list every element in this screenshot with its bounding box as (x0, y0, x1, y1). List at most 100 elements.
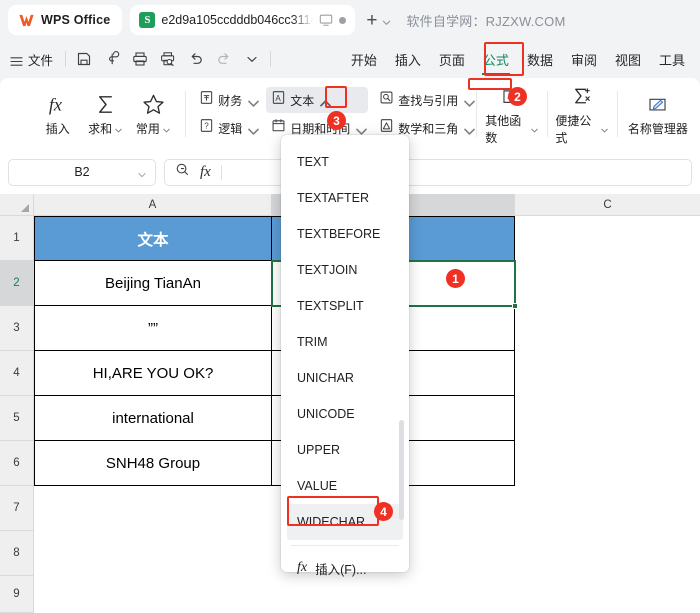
row-header-5[interactable]: 5 (0, 396, 34, 441)
lookup-icon (379, 90, 394, 110)
finance-icon (199, 90, 214, 110)
document-tab[interactable]: S e2d9a105ccdddb046cc311e (130, 5, 356, 35)
formula-input-zone[interactable]: fx (164, 158, 692, 186)
print-icon[interactable] (126, 46, 154, 72)
menu-item-upper[interactable]: UPPER (281, 432, 409, 468)
autosum-text: 求和 (88, 122, 113, 136)
chevron-down-icon (246, 96, 260, 107)
share-link-icon[interactable] (98, 46, 126, 72)
row-header-2[interactable]: 2 (0, 261, 34, 306)
chevron-down-icon (600, 124, 609, 133)
cell-a5[interactable]: international (34, 396, 272, 441)
chevron-down-icon[interactable] (137, 167, 147, 178)
fx-icon[interactable]: fx (200, 164, 211, 181)
cell-a1[interactable]: 文本 (34, 216, 272, 261)
text-functions-dropdown-menu: TEXT TEXTAFTER TEXTBEFORE TEXTJOIN TEXTS… (281, 135, 409, 577)
cell-a6[interactable]: SNH48 Group (34, 441, 272, 486)
logical-functions-button[interactable]: ? 逻辑 (194, 115, 260, 141)
math-trig-label: 数学和三角 (398, 121, 459, 136)
cell-a2[interactable]: Beijing TianAn (34, 261, 272, 306)
row-header-9[interactable]: 9 (0, 576, 34, 613)
site-watermark: 软件自学网：RJZXW.COM (406, 13, 566, 29)
common-functions-text: 常用 (135, 122, 160, 136)
name-manager-button[interactable]: 名称管理器 (626, 82, 690, 146)
menu-item-textsplit[interactable]: TEXTSPLIT (281, 288, 409, 324)
autosum-button[interactable]: 求和 (82, 82, 130, 146)
svg-text:fx: fx (49, 94, 62, 114)
row-header-8[interactable]: 8 (0, 531, 34, 576)
dropdown-scrollbar[interactable] (399, 420, 404, 520)
finance-logical-group: 财务 ? 逻辑 (194, 82, 260, 146)
quick-formula-text: 便捷公式 (555, 113, 592, 145)
cell-a4[interactable]: HI,ARE YOU OK? (34, 351, 272, 396)
formula-divider (220, 164, 222, 180)
name-manager-label: 名称管理器 (627, 122, 688, 136)
menu-item-textbefore[interactable]: TEXTBEFORE (281, 216, 409, 252)
file-menu-label: 文件 (28, 53, 54, 68)
menu-item-widechar[interactable]: WIDECHAR (287, 504, 403, 540)
hamburger-icon (10, 54, 23, 66)
chevron-down-icon (162, 124, 171, 133)
undo-icon[interactable] (182, 46, 210, 72)
name-box[interactable]: B2 (8, 158, 156, 186)
lookup-label: 查找与引用 (398, 93, 459, 108)
chevron-down-icon (462, 96, 476, 107)
wps-office-button[interactable]: WPS Office (8, 5, 123, 35)
chevron-down-icon (530, 124, 539, 133)
search-function-icon[interactable] (175, 162, 190, 182)
column-header-c[interactable]: C (515, 194, 700, 216)
monitor-icon[interactable] (319, 13, 333, 27)
common-functions-label: 常用 (136, 120, 171, 137)
plus-icon[interactable]: + (364, 11, 379, 30)
select-all-corner[interactable] (0, 194, 34, 216)
menu-item-value[interactable]: VALUE (281, 468, 409, 504)
quick-formula-button[interactable]: 便捷公式 (555, 82, 608, 146)
ribbon-tab-data[interactable]: 数据 (518, 45, 562, 74)
finance-functions-button[interactable]: 财务 (194, 87, 260, 113)
ribbon-tab-page[interactable]: 页面 (430, 45, 474, 74)
ribbon-tab-tools[interactable]: 工具 (650, 45, 694, 74)
other-functions-button[interactable]: 其他函数 (485, 82, 538, 146)
menu-item-textafter[interactable]: TEXTAFTER (281, 180, 409, 216)
insert-function-button[interactable]: fx 插入 (34, 82, 82, 146)
lookup-functions-button[interactable]: 查找与引用 (374, 87, 476, 113)
ribbon-group-divider-3 (546, 91, 548, 137)
wps-office-label: WPS Office (41, 13, 111, 27)
print-preview-icon[interactable] (154, 46, 182, 72)
row-header-4[interactable]: 4 (0, 351, 34, 396)
text-functions-button[interactable]: A 文本 (266, 87, 369, 113)
menu-item-insert-function[interactable]: fx 插入(F)... (281, 551, 409, 585)
row-header-3[interactable]: 3 (0, 306, 34, 351)
ribbon-tab-formula[interactable]: 公式 (474, 45, 518, 75)
column-header-a[interactable]: A (34, 194, 272, 216)
menu-item-unicode[interactable]: UNICODE (281, 396, 409, 432)
file-menu-button[interactable]: 文件 (8, 50, 61, 69)
menu-item-text[interactable]: TEXT (281, 144, 409, 180)
row-header-1[interactable]: 1 (0, 216, 34, 261)
common-functions-button[interactable]: 常用 (130, 82, 178, 146)
new-tab-group[interactable]: + (364, 11, 392, 30)
svg-text:A: A (276, 94, 282, 103)
menu-item-trim[interactable]: TRIM (281, 324, 409, 360)
menu-bar: 文件 开始 插入 页面 公式 数据 审阅 视图 工具 (0, 40, 700, 78)
ribbon-tab-start[interactable]: 开始 (342, 45, 386, 74)
row-header-6[interactable]: 6 (0, 441, 34, 486)
cell-a3[interactable]: ”” (34, 306, 272, 351)
redo-icon (210, 46, 238, 72)
menu-item-unichar[interactable]: UNICHAR (281, 360, 409, 396)
chevron-down-icon[interactable] (381, 15, 392, 26)
save-icon[interactable] (70, 46, 98, 72)
autosum-label: 求和 (88, 120, 123, 137)
ribbon-tab-view[interactable]: 视图 (606, 45, 650, 74)
row-header-7[interactable]: 7 (0, 486, 34, 531)
sigma-icon (93, 91, 118, 117)
menu-item-textjoin[interactable]: TEXTJOIN (281, 252, 409, 288)
qat-chevron-down-icon[interactable] (238, 46, 266, 72)
datetime-label: 日期和时间 (290, 121, 351, 136)
chevron-up-icon[interactable] (318, 96, 332, 106)
ribbon-tab-insert[interactable]: 插入 (386, 45, 430, 74)
fx-icon: fx (297, 560, 308, 575)
title-bar: WPS Office S e2d9a105ccdddb046cc311e + 软… (0, 0, 700, 40)
toolbar-divider (65, 51, 67, 67)
ribbon-tab-review[interactable]: 审阅 (562, 45, 606, 74)
